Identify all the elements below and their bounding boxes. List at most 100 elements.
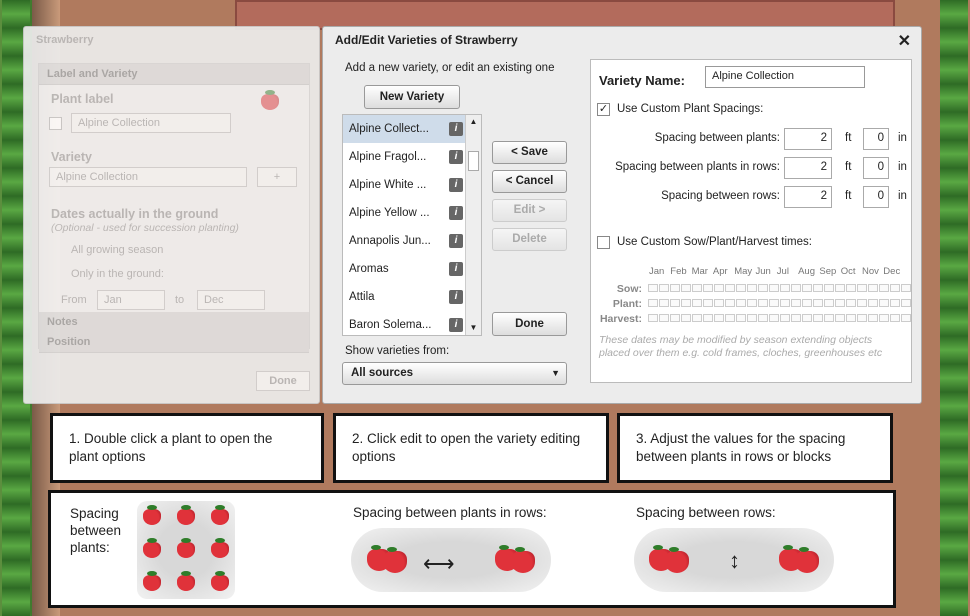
calendar-cell[interactable]: [791, 314, 801, 322]
calendar-cell[interactable]: [714, 299, 724, 307]
calendar-cell[interactable]: [846, 314, 856, 322]
calendar-cell[interactable]: [835, 284, 845, 292]
calendar-cell[interactable]: [791, 299, 801, 307]
calendar-cell[interactable]: [890, 299, 900, 307]
calendar-cell[interactable]: [736, 314, 746, 322]
info-icon[interactable]: i: [449, 234, 463, 248]
calendar-cell[interactable]: [714, 314, 724, 322]
info-icon[interactable]: i: [449, 318, 463, 332]
list-scrollbar[interactable]: ▲ ▼: [465, 115, 481, 335]
calendar-cell[interactable]: [835, 314, 845, 322]
calendar-cell[interactable]: [813, 284, 823, 292]
calendar-cell[interactable]: [769, 299, 779, 307]
calendar-cell[interactable]: [747, 284, 757, 292]
calendar-cell[interactable]: [802, 299, 812, 307]
spacing-plants-in[interactable]: 0: [863, 128, 889, 150]
spacing-rows-plants-in[interactable]: 0: [863, 157, 889, 179]
calendar-cell[interactable]: [747, 299, 757, 307]
calendar-cell[interactable]: [857, 284, 867, 292]
variety-list-item[interactable]: Baron Solema... i: [343, 311, 465, 339]
calendar-cell[interactable]: [791, 284, 801, 292]
calendar-cell[interactable]: [769, 284, 779, 292]
scroll-thumb[interactable]: [468, 151, 479, 171]
calendar-cell[interactable]: [824, 299, 834, 307]
calendar-cell[interactable]: [901, 284, 911, 292]
plant-grid[interactable]: [648, 299, 911, 307]
calendar-cell[interactable]: [813, 314, 823, 322]
source-select[interactable]: All sources ▼: [342, 362, 567, 385]
info-icon[interactable]: i: [449, 150, 463, 164]
variety-list-item[interactable]: Alpine White ... i: [343, 171, 465, 199]
variety-name-input[interactable]: Alpine Collection: [705, 66, 865, 88]
calendar-cell[interactable]: [890, 284, 900, 292]
custom-sow-checkbox[interactable]: [597, 236, 610, 249]
custom-spacing-checkbox[interactable]: ✓: [597, 103, 610, 116]
done-button[interactable]: Done: [492, 312, 567, 336]
variety-list-item[interactable]: Alpine Yellow ... i: [343, 199, 465, 227]
info-icon[interactable]: i: [449, 262, 463, 276]
calendar-cell[interactable]: [648, 314, 658, 322]
calendar-cell[interactable]: [703, 299, 713, 307]
edit-button[interactable]: Edit >: [492, 199, 567, 222]
calendar-cell[interactable]: [648, 284, 658, 292]
calendar-cell[interactable]: [758, 284, 768, 292]
calendar-cell[interactable]: [769, 314, 779, 322]
section-header[interactable]: Label and Variety: [39, 64, 309, 85]
info-icon[interactable]: i: [449, 290, 463, 304]
calendar-cell[interactable]: [901, 314, 911, 322]
left-done-button[interactable]: Done: [256, 371, 310, 391]
plant-label-checkbox[interactable]: [49, 117, 62, 130]
calendar-cell[interactable]: [780, 299, 790, 307]
calendar-cell[interactable]: [879, 314, 889, 322]
calendar-cell[interactable]: [802, 284, 812, 292]
calendar-cell[interactable]: [747, 314, 757, 322]
calendar-cell[interactable]: [692, 314, 702, 322]
calendar-cell[interactable]: [857, 314, 867, 322]
calendar-cell[interactable]: [758, 314, 768, 322]
calendar-cell[interactable]: [758, 299, 768, 307]
add-variety-button[interactable]: +: [257, 167, 297, 187]
scroll-up-icon[interactable]: ▲: [466, 115, 481, 129]
calendar-cell[interactable]: [681, 299, 691, 307]
to-select[interactable]: Dec: [197, 290, 265, 310]
save-button[interactable]: < Save: [492, 141, 567, 164]
calendar-cell[interactable]: [857, 299, 867, 307]
variety-list-item[interactable]: Aromas i: [343, 255, 465, 283]
calendar-cell[interactable]: [835, 299, 845, 307]
calendar-cell[interactable]: [736, 284, 746, 292]
calendar-cell[interactable]: [868, 299, 878, 307]
spacing-rows-ft[interactable]: 2: [784, 186, 832, 208]
info-icon[interactable]: i: [449, 206, 463, 220]
calendar-cell[interactable]: [780, 314, 790, 322]
plant-label-input[interactable]: Alpine Collection: [71, 113, 231, 133]
calendar-cell[interactable]: [670, 284, 680, 292]
calendar-cell[interactable]: [725, 284, 735, 292]
calendar-cell[interactable]: [681, 314, 691, 322]
calendar-cell[interactable]: [659, 299, 669, 307]
calendar-cell[interactable]: [725, 314, 735, 322]
calendar-cell[interactable]: [670, 314, 680, 322]
info-icon[interactable]: i: [449, 122, 463, 136]
calendar-cell[interactable]: [714, 284, 724, 292]
position-section[interactable]: Position: [39, 332, 309, 353]
info-icon[interactable]: i: [449, 178, 463, 192]
delete-button[interactable]: Delete: [492, 228, 567, 251]
variety-list[interactable]: Alpine Collect... i Alpine Fragol... i Alpin…: [342, 114, 482, 336]
spacing-rows-plants-ft[interactable]: 2: [784, 157, 832, 179]
calendar-cell[interactable]: [846, 299, 856, 307]
calendar-cell[interactable]: [846, 284, 856, 292]
calendar-cell[interactable]: [659, 284, 669, 292]
calendar-cell[interactable]: [868, 284, 878, 292]
harvest-grid[interactable]: [648, 314, 911, 322]
spacing-rows-in[interactable]: 0: [863, 186, 889, 208]
calendar-cell[interactable]: [824, 314, 834, 322]
radio-only-in-ground[interactable]: Only in the ground:: [71, 268, 164, 280]
from-select[interactable]: Jan: [97, 290, 165, 310]
calendar-cell[interactable]: [802, 314, 812, 322]
calendar-cell[interactable]: [879, 284, 889, 292]
calendar-cell[interactable]: [648, 299, 658, 307]
calendar-cell[interactable]: [890, 314, 900, 322]
radio-all-season[interactable]: All growing season: [71, 244, 163, 256]
variety-list-item[interactable]: Attila i: [343, 283, 465, 311]
calendar-cell[interactable]: [824, 284, 834, 292]
